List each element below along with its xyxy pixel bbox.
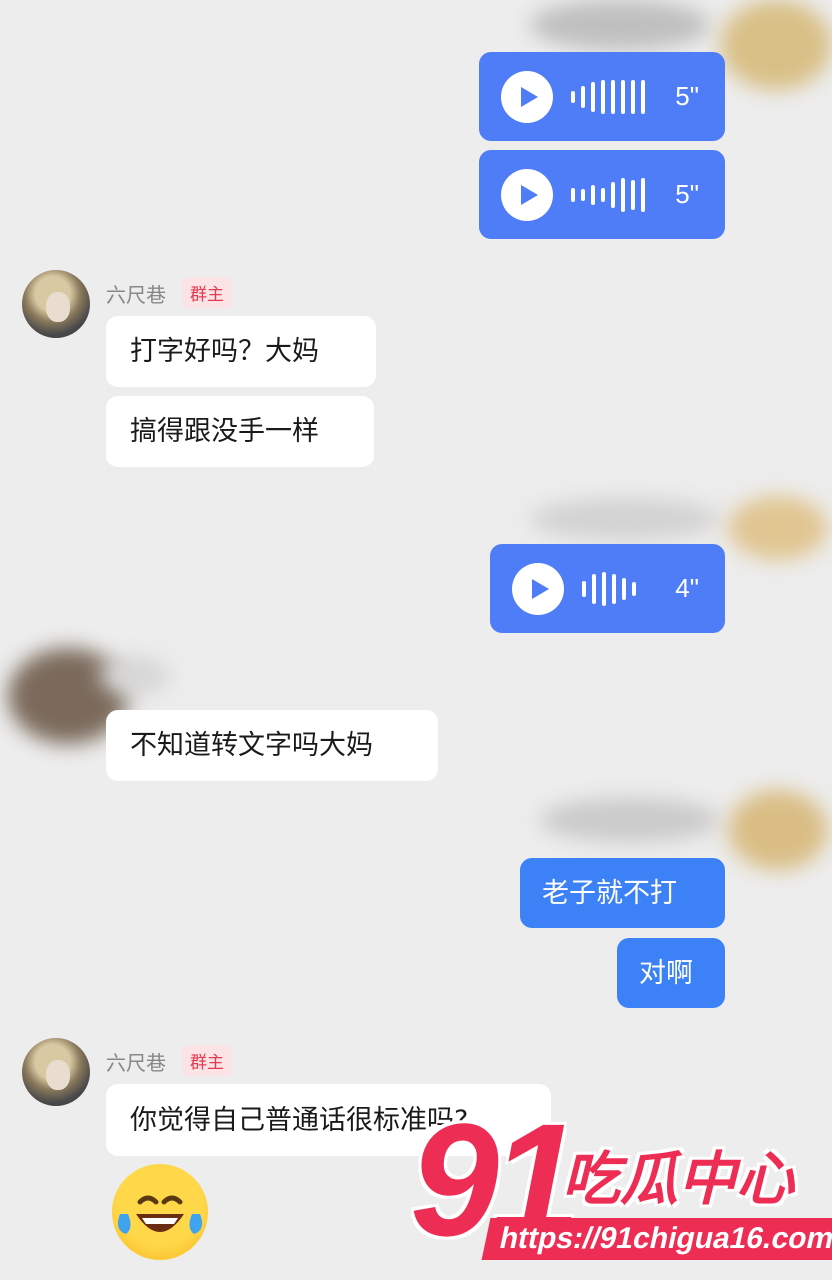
watermark-url: https://91chigua16.com	[481, 1218, 832, 1260]
message-text: 不知道转文字吗大妈	[130, 730, 373, 761]
outgoing-message[interactable]: 对啊	[617, 938, 725, 1008]
sender-name: 六尺巷	[106, 1051, 166, 1075]
avatar[interactable]	[22, 270, 90, 338]
censor-smudge-mid	[530, 498, 720, 540]
voice-message-1[interactable]: 5"	[479, 52, 725, 141]
avatar-smudge-top	[720, 0, 832, 90]
watermark-title: 吃瓜中心	[562, 1145, 795, 1213]
message-text: 老子就不打	[542, 877, 677, 909]
voice-duration: 5"	[675, 179, 699, 209]
waveform-icon	[571, 77, 645, 117]
censor-smudge-right	[540, 798, 720, 842]
owner-badge: 群主	[182, 277, 232, 308]
outgoing-message[interactable]: 老子就不打	[520, 858, 725, 928]
emoji-face-icon	[118, 1195, 202, 1234]
sender-name: 六尺巷	[106, 283, 166, 307]
avatar[interactable]	[22, 1038, 90, 1106]
incoming-message[interactable]: 搞得跟没手一样	[106, 396, 374, 467]
play-icon[interactable]	[512, 562, 564, 615]
message-text: 对啊	[639, 957, 693, 989]
incoming-message[interactable]: 不知道转文字吗大妈	[106, 710, 438, 781]
waveform-icon	[571, 175, 645, 215]
incoming-message[interactable]: 打字好吗？大妈	[106, 316, 376, 387]
message-text: 搞得跟没手一样	[130, 416, 319, 447]
avatar-smudge-right	[728, 790, 828, 870]
play-icon[interactable]	[501, 70, 553, 123]
voice-duration: 5"	[675, 81, 699, 111]
message-text: 打字好吗？大妈	[130, 336, 319, 367]
grinning-tears-emoji[interactable]	[112, 1164, 208, 1260]
voice-message-2[interactable]: 5"	[479, 150, 725, 239]
avatar-smudge-mid	[728, 496, 828, 560]
censor-smudge-top	[530, 0, 710, 50]
censor-smudge-left	[100, 656, 170, 696]
voice-message-3[interactable]: 4"	[490, 544, 725, 633]
owner-badge: 群主	[182, 1045, 232, 1076]
voice-duration: 4"	[675, 573, 699, 603]
waveform-icon	[582, 569, 636, 609]
play-icon[interactable]	[501, 168, 553, 221]
